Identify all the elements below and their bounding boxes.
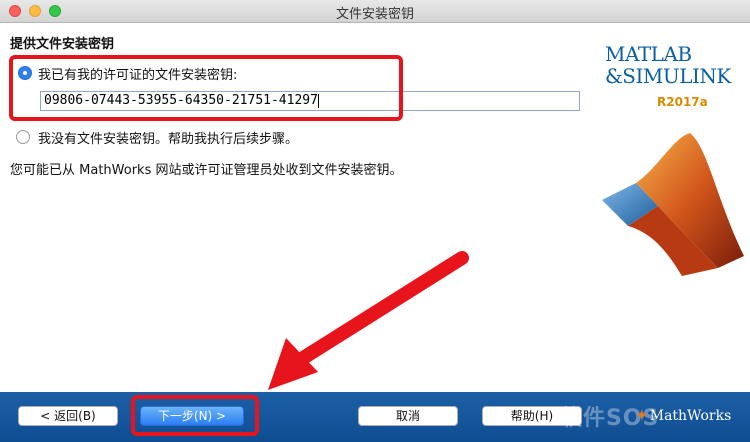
section-title: 提供文件安装密钥 bbox=[10, 37, 115, 52]
window-title: 文件安装密钥 bbox=[335, 7, 414, 22]
matlab-membrane-icon bbox=[602, 133, 744, 276]
radio-no-key-label[interactable]: 我没有文件安装密钥。帮助我执行后续步骤。 bbox=[38, 128, 298, 147]
highlight-box-next bbox=[131, 395, 259, 436]
back-button[interactable]: < 返回(B) bbox=[18, 406, 118, 426]
logo-simulink: &SIMULINK bbox=[605, 64, 731, 88]
cancel-button[interactable]: 取消 bbox=[358, 406, 458, 426]
hint-text: 您可能已从 MathWorks 网站或许可证管理员处收到文件安装密钥。 bbox=[10, 163, 403, 178]
main-content: 提供文件安装密钥 我已有我的许可证的文件安装密钥: 09806-07443-53… bbox=[0, 23, 750, 392]
mathworks-logo: ✦ MathWorks bbox=[636, 408, 731, 424]
logo-version: R2017a bbox=[657, 95, 708, 109]
logo-matlab: MATLAB bbox=[605, 42, 692, 66]
title-bar: 文件安装密钥 bbox=[0, 0, 750, 23]
matlab-simulink-logo: MATLAB &SIMULINK R2017a bbox=[605, 42, 745, 109]
radio-no-key[interactable] bbox=[16, 130, 30, 144]
mathworks-mark-icon: ✦ bbox=[636, 408, 648, 424]
highlight-box-key bbox=[9, 55, 403, 121]
footer-bar: < 返回(B) 下一步(N) > 取消 帮助(H) 软件SOS ✦ MathWor… bbox=[0, 392, 750, 442]
mathworks-brand: MathWorks bbox=[649, 408, 732, 424]
